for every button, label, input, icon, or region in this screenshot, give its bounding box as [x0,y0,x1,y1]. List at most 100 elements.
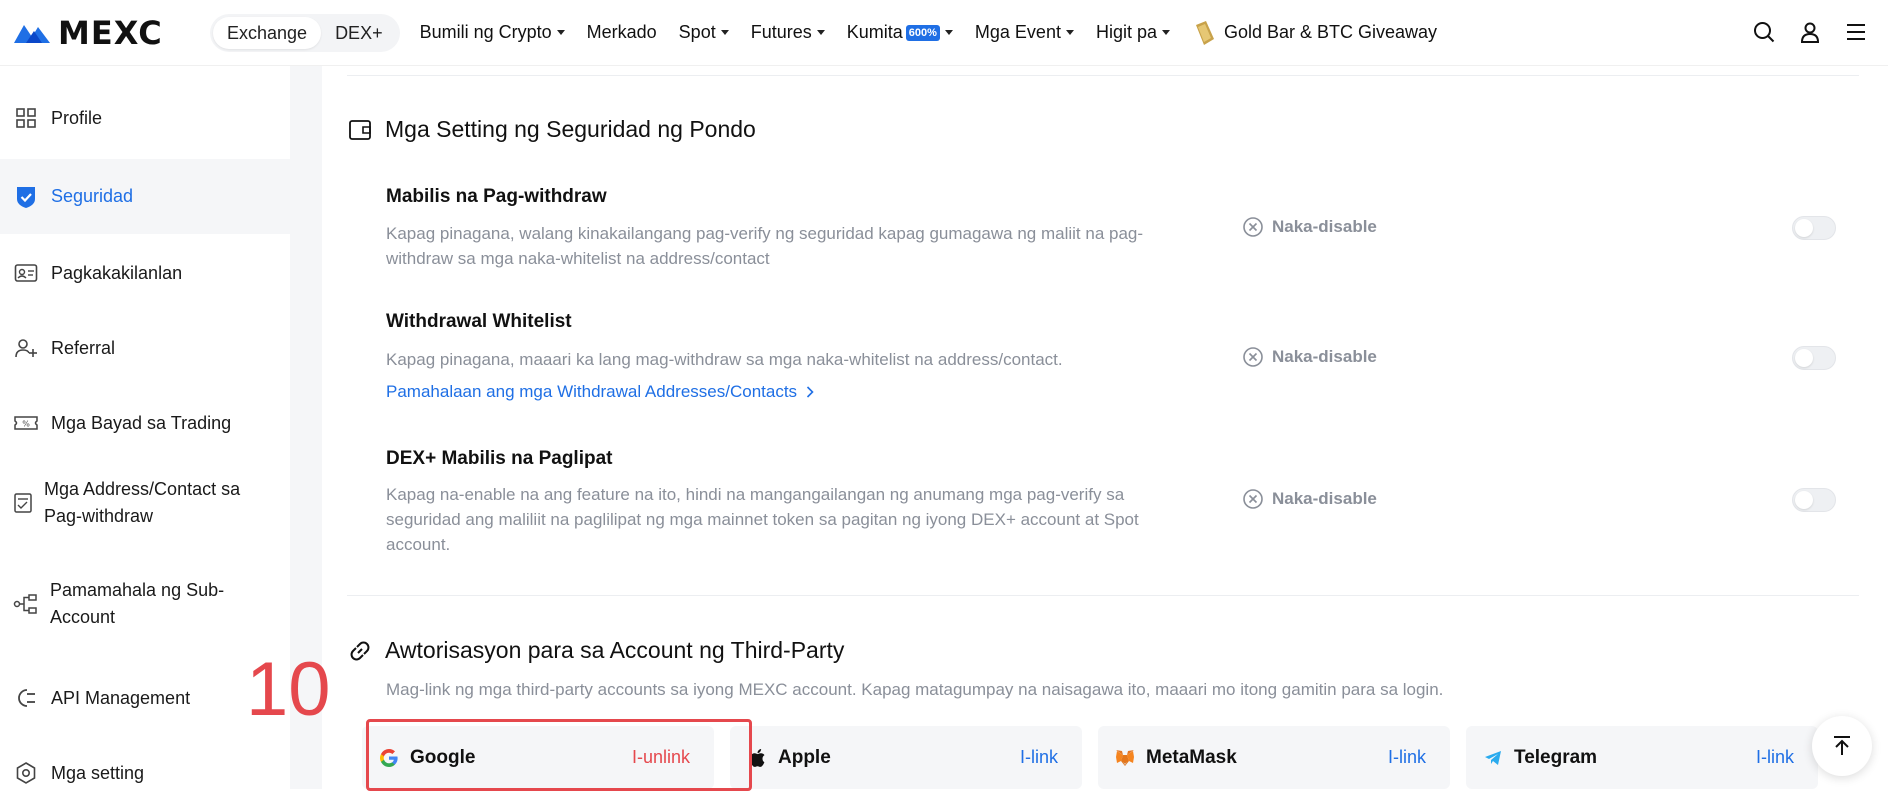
sidebar-item-label: Mga Bayad sa Trading [51,412,232,433]
apple-link-button[interactable]: I-link [1020,747,1058,768]
third-party-description: Mag-link ng mga third-party accounts sa … [386,680,1444,699]
card-name: Telegram [1514,746,1598,768]
arrow-up-icon [1834,736,1850,755]
withdrawal-whitelist-description: Kapag pinagana, maaari ka lang mag-withd… [386,350,1063,369]
sidebar-item-withdraw-addresses[interactable]: Mga Address/Contact sa Pag-withdraw [0,465,290,541]
user-plus-icon [13,335,39,361]
card-telegram: Telegram I-link [1466,726,1818,789]
fast-withdraw-status: Naka-disable [1242,216,1377,238]
dex-quick-transfer-title: DEX+ Mabilis na Paglipat [386,448,613,469]
step-annotation-number: 10 [246,647,331,732]
disabled-x-icon [1243,217,1263,237]
caret-down-icon [556,30,565,35]
disabled-x-icon [1243,489,1263,509]
switcher-exchange[interactable]: Exchange [213,16,322,49]
nav-spot[interactable]: Spot [679,22,729,43]
nav-buy-crypto[interactable]: Bumili ng Crypto [420,22,565,43]
disabled-x-icon [1243,347,1263,367]
third-party-section-title: Awtorisasyon para sa Account ng Third-Pa… [347,637,844,664]
apple-icon [746,747,768,769]
nav-markets[interactable]: Merkado [587,22,657,43]
logo-text: MEXC [58,13,163,52]
telegram-link-button[interactable]: I-link [1756,747,1794,768]
sidebar-item-label: Seguridad [51,186,134,206]
sidebar-item-label: Referral [51,337,116,358]
card-apple: Apple I-link [730,726,1082,789]
toggle-knob [1795,219,1813,237]
caret-down-icon [816,30,825,35]
divider [347,75,1859,76]
sidebar-item-label: Pagkakakilanlan [51,262,183,283]
divider [347,595,1859,596]
nav-events[interactable]: Mga Event [975,22,1074,43]
search-icon[interactable] [1750,18,1778,46]
sidebar-item-identity[interactable]: Pagkakakilanlan [0,249,290,297]
user-icon[interactable] [1796,18,1824,46]
ticket-icon: % [13,410,39,436]
sidebar-item-settings[interactable]: Mga setting [0,749,290,797]
switcher-dex-plus[interactable]: DEX+ [321,17,397,49]
metamask-icon [1114,747,1136,769]
card-name: MetaMask [1146,746,1237,768]
manage-withdrawal-addresses-link[interactable]: Pamahalaan ang mga Withdrawal Addresses/… [386,382,817,402]
sidebar-item-label: Mga Address/Contact sa Pag-withdraw [44,479,241,526]
third-party-cards: Google I-unlink Apple I-link MetaMask I-… [362,726,1818,789]
menu-icon[interactable] [1842,18,1870,46]
withdrawal-whitelist-title: Withdrawal Whitelist [386,311,572,332]
sidebar-item-label: Mga setting [51,762,145,783]
toggle-knob [1795,349,1813,367]
top-navigation-bar: MEXC Exchange DEX+ Bumili ng Crypto Merk… [0,0,1888,66]
metamask-link-button[interactable]: I-link [1388,747,1426,768]
dex-quick-transfer-status: Naka-disable [1242,488,1377,510]
mexc-logo[interactable]: MEXC [12,14,190,52]
card-name: Apple [778,746,831,768]
fast-withdraw-toggle[interactable] [1792,216,1836,240]
hierarchy-icon [13,591,39,617]
fund-security-section-title: Mga Setting ng Seguridad ng Pondo [347,116,756,143]
fast-withdraw-description: Kapag pinagana, walang kinakailangang pa… [386,224,1144,268]
sidebar-item-label: API Management [51,687,191,708]
sidebar-item-profile[interactable]: Profile [0,94,290,142]
card-name: Google [410,746,476,768]
earn-badge: 600% [905,24,940,41]
back-to-top-button[interactable] [1812,716,1872,776]
mexc-logo-mark-icon [14,24,50,43]
nav-giveaway[interactable]: Gold Bar & BTC Giveaway [1192,19,1437,47]
google-icon [378,747,400,769]
plug-icon [13,685,39,711]
nav-earn[interactable]: Kumita 600% [847,22,953,43]
address-book-icon [10,490,36,516]
nav-futures[interactable]: Futures [751,22,825,43]
gold-bar-icon [1195,20,1214,45]
settings-icon [13,760,39,786]
exchange-dex-switcher: Exchange DEX+ [210,13,400,52]
card-google: Google I-unlink [362,726,714,789]
toggle-knob [1795,491,1813,509]
caret-down-icon [944,30,953,35]
caret-down-icon [720,30,729,35]
shield-icon [13,184,39,210]
sidebar-item-label: Profile [51,107,103,128]
google-unlink-button[interactable]: I-unlink [632,747,690,768]
caret-down-icon [1161,30,1170,35]
card-metamask: MetaMask I-link [1098,726,1450,789]
withdrawal-whitelist-toggle[interactable] [1792,346,1836,370]
wallet-icon [347,117,373,143]
chevron-right-icon [806,386,814,398]
sidebar-item-sub-account[interactable]: Pamamahala ng Sub-Account [0,566,290,642]
telegram-icon [1482,747,1504,769]
id-card-icon [13,260,39,286]
withdrawal-whitelist-status: Naka-disable [1242,346,1377,368]
sidebar-item-label: Pamamahala ng Sub-Account [50,580,225,627]
sidebar-item-trading-fees[interactable]: % Mga Bayad sa Trading [0,399,290,447]
nav-more[interactable]: Higit pa [1096,22,1170,43]
dashboard-icon [13,105,39,131]
link-icon [347,638,373,664]
fast-withdraw-title: Mabilis na Pag-withdraw [386,186,607,207]
dex-quick-transfer-toggle[interactable] [1792,488,1836,512]
sidebar-item-referral[interactable]: Referral [0,324,290,372]
header-actions [1732,18,1870,46]
main-nav: Bumili ng Crypto Merkado Spot Futures Ku… [420,19,1459,47]
sidebar-item-security[interactable]: Seguridad [0,159,290,234]
caret-down-icon [1065,30,1074,35]
